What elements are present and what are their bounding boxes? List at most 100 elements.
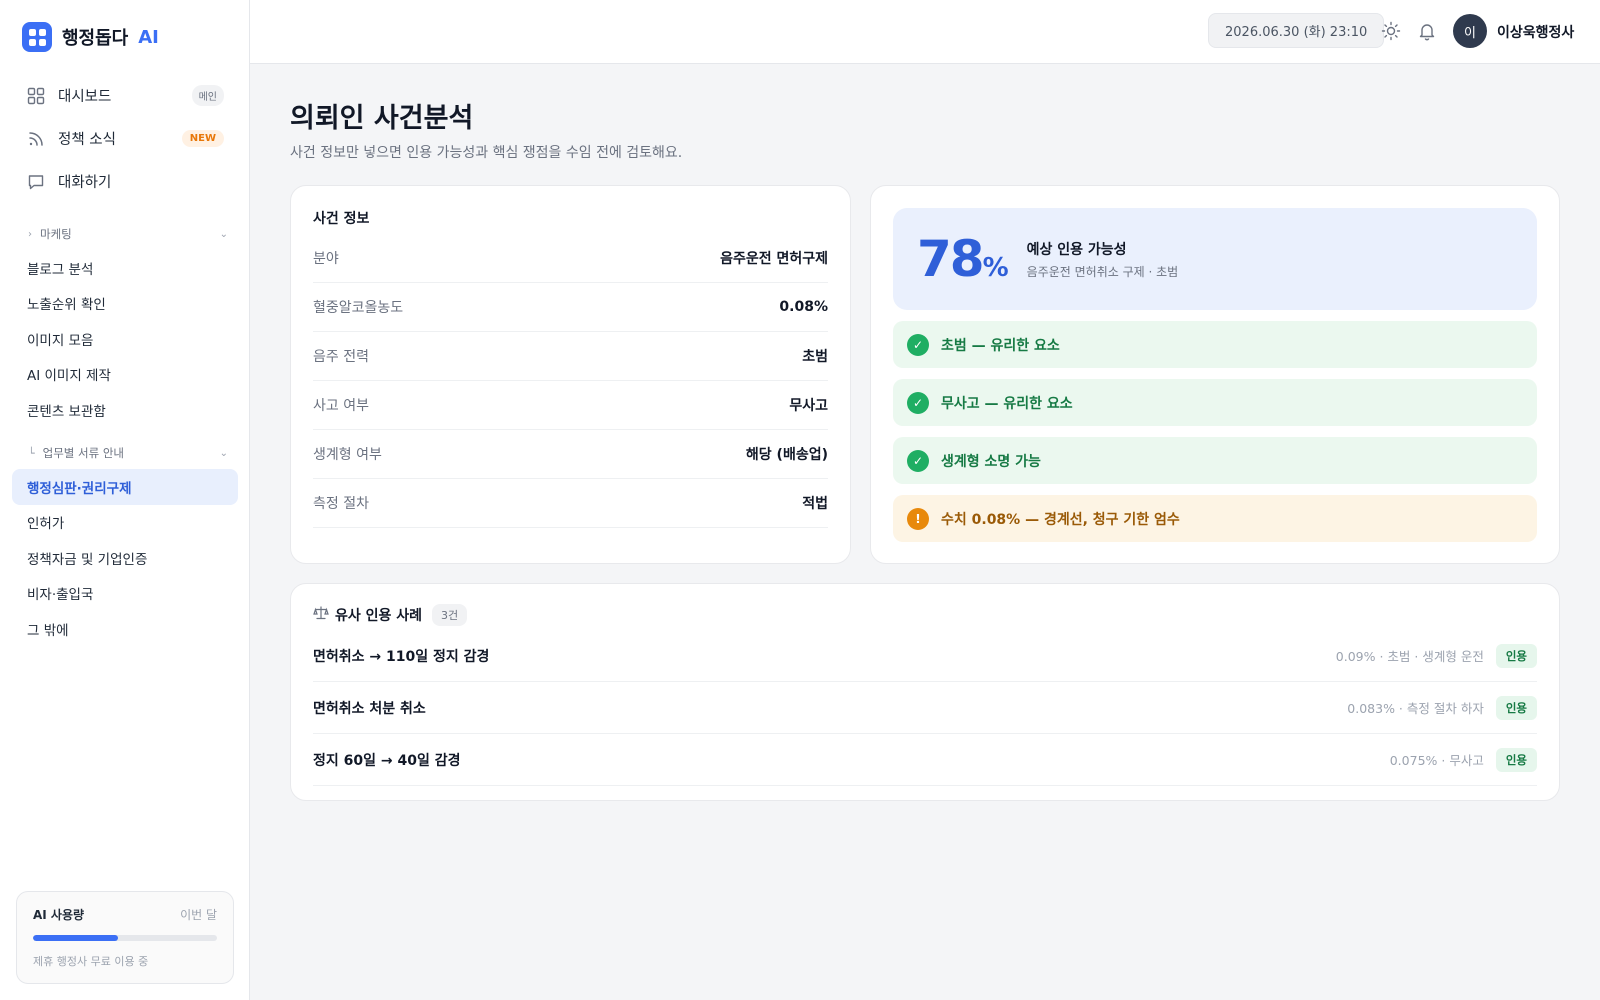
sidebar-item-visa[interactable]: 비자·출입국 bbox=[12, 576, 238, 612]
nav-label: 대화하기 bbox=[58, 175, 112, 191]
similar-cases-card: 유사 인용 사례 3건 면허취소 → 110일 정지 감경 0.09% · 초범… bbox=[290, 583, 1560, 801]
status-badge: 인용 bbox=[1495, 643, 1537, 668]
nav-label: 대시보드 bbox=[58, 89, 112, 105]
info-value: 음주운전 면허구제 bbox=[720, 251, 828, 267]
brand-logo-link[interactable]: 행정돕다 AI bbox=[22, 22, 159, 52]
factor-text: 수치 0.08% — 경계선, 청구 기한 엄수 bbox=[941, 511, 1180, 528]
sidebar-item-admin-appeal[interactable]: 행정심판·권리구제 bbox=[12, 469, 238, 505]
main-badge: 메인 bbox=[191, 85, 224, 106]
info-key: 생계형 여부 bbox=[313, 447, 382, 463]
factor-text: 무사고 — 유리한 요소 bbox=[941, 395, 1073, 412]
case-meta: 0.075% · 무사고 bbox=[1389, 753, 1484, 768]
similar-cases-header: 유사 인용 사례 3건 bbox=[313, 604, 1537, 626]
page-subtitle: 사건 정보만 넣으면 인용 가능성과 핵심 쟁점을 수임 전에 검토해요. bbox=[290, 145, 683, 161]
factor-text: 생계형 소명 가능 bbox=[941, 453, 1041, 470]
scale-icon bbox=[313, 605, 329, 625]
usage-progress-fill bbox=[33, 935, 118, 941]
ai-usage-card: AI 사용량 이번 달 제휴 행정사 무료 이용 중 bbox=[16, 891, 234, 984]
brand-ai-label: AI bbox=[138, 26, 159, 48]
similar-cases-title: 유사 인용 사례 bbox=[335, 608, 423, 624]
avatar[interactable]: 이 bbox=[1453, 14, 1487, 48]
info-value: 초범 bbox=[802, 349, 828, 365]
case-row[interactable]: 면허취소 → 110일 정지 감경 0.09% · 초범 · 생계형 운전 인용 bbox=[313, 630, 1537, 682]
sidebar-item-ai-image[interactable]: AI 이미지 제작 bbox=[12, 357, 238, 393]
sidebar-item-other[interactable]: 그 밖에 bbox=[12, 611, 238, 647]
probability-title: 예상 인용 가능성 bbox=[1026, 241, 1127, 258]
case-info-card: 사건 정보 분야 음주운전 면허구제 혈중알코올농도 0.08% 음주 전력 초범 사… bbox=[290, 185, 851, 564]
info-key: 측정 절차 bbox=[313, 496, 369, 512]
chevron-right-icon: › bbox=[28, 228, 32, 240]
user-name[interactable]: 이상욱행정사 bbox=[1497, 22, 1574, 42]
nav-label: 정책 소식 bbox=[58, 132, 116, 148]
usage-note: 제휴 행정사 무료 이용 중 bbox=[33, 955, 149, 968]
nav-item-policy-news[interactable]: 정책 소식 NEW bbox=[12, 117, 238, 160]
page-title: 의뢰인 사건분석 bbox=[290, 103, 474, 134]
corner-arrow-icon: └ bbox=[28, 446, 35, 460]
case-row[interactable]: 면허취소 처분 취소 0.083% · 측정 절차 하자 인용 bbox=[313, 682, 1537, 734]
section-toggle-marketing[interactable]: › 마케팅 ⌄ bbox=[28, 224, 228, 244]
case-title: 정지 60일 → 40일 감경 bbox=[313, 752, 461, 769]
info-row-livelihood: 생계형 여부 해당 (배송업) bbox=[313, 430, 828, 479]
case-row[interactable]: 정지 60일 → 40일 감경 0.075% · 무사고 인용 bbox=[313, 734, 1537, 786]
nav-item-chat[interactable]: 대화하기 bbox=[12, 160, 238, 203]
info-key: 분야 bbox=[313, 251, 339, 267]
status-badge: 인용 bbox=[1495, 695, 1537, 720]
new-badge: NEW bbox=[181, 130, 224, 147]
info-row-procedure: 측정 절차 적법 bbox=[313, 479, 828, 528]
chat-icon bbox=[26, 172, 46, 192]
bell-icon[interactable] bbox=[1416, 20, 1438, 42]
info-value: 적법 bbox=[802, 496, 828, 512]
sun-icon[interactable] bbox=[1380, 20, 1402, 42]
info-row-accident: 사고 여부 무사고 bbox=[313, 381, 828, 430]
info-row-history: 음주 전력 초범 bbox=[313, 332, 828, 381]
topbar: 2026.06.30 (화) 23:10 이 이상욱행정사 bbox=[250, 0, 1600, 64]
case-title: 면허취소 → 110일 정지 감경 bbox=[313, 648, 490, 665]
similar-cases-list: 면허취소 → 110일 정지 감경 0.09% · 초범 · 생계형 운전 인용 … bbox=[313, 630, 1537, 786]
info-row-field: 분야 음주운전 면허구제 bbox=[313, 234, 828, 283]
check-icon: ✓ bbox=[907, 449, 929, 472]
factor-item: ✓ 초범 — 유리한 요소 bbox=[893, 321, 1537, 368]
probability-number: 78 bbox=[917, 230, 985, 288]
usage-progress-bar bbox=[33, 935, 217, 941]
factor-item: ✓ 생계형 소명 가능 bbox=[893, 437, 1537, 484]
info-row-bac: 혈중알코올농도 0.08% bbox=[313, 283, 828, 332]
percent-sign: % bbox=[982, 253, 1009, 283]
section-toggle-docs[interactable]: └ 업무별 서류 안내 ⌄ bbox=[28, 443, 228, 463]
check-icon: ✓ bbox=[907, 391, 929, 414]
case-meta: 0.083% · 측정 절차 하자 bbox=[1347, 701, 1484, 716]
info-value: 0.08% bbox=[779, 299, 828, 315]
sidebar-item-ranking-check[interactable]: 노출순위 확인 bbox=[12, 286, 238, 322]
chevron-down-icon: ⌄ bbox=[219, 447, 228, 459]
info-key: 사고 여부 bbox=[313, 398, 369, 414]
info-value: 무사고 bbox=[789, 398, 828, 414]
usage-title: AI 사용량 bbox=[33, 908, 85, 922]
factor-item: ✓ 무사고 — 유리한 요소 bbox=[893, 379, 1537, 426]
main-nav: 대시보드 메인 정책 소식 NEW 대화하기 bbox=[12, 74, 238, 203]
check-icon: ✓ bbox=[907, 333, 929, 356]
marketing-list: 블로그 분석 노출순위 확인 이미지 모음 AI 이미지 제작 콘텐츠 보관함 bbox=[12, 250, 238, 428]
probability-desc: 음주운전 면허취소 구제 · 초범 bbox=[1026, 264, 1179, 279]
sidebar: 행정돕다 AI 대시보드 메인 정책 소식 NEW 대화하기 › 마케팅 ⌄ 블… bbox=[0, 0, 250, 1000]
case-title: 면허취소 처분 취소 bbox=[313, 700, 426, 717]
analysis-card: 78% 예상 인용 가능성 음주운전 면허취소 구제 · 초범 ✓ 초범 — 유리… bbox=[870, 185, 1560, 564]
docs-list: 행정심판·권리구제 인허가 정책자금 및 기업인증 비자·출입국 그 밖에 bbox=[12, 469, 238, 647]
nav-item-dashboard[interactable]: 대시보드 메인 bbox=[12, 74, 238, 117]
section-label: 마케팅 bbox=[40, 227, 72, 241]
factor-item-warning: ! 수치 0.08% — 경계선, 청구 기한 엄수 bbox=[893, 495, 1537, 542]
grid-icon bbox=[26, 86, 46, 106]
status-badge: 인용 bbox=[1495, 747, 1537, 772]
sidebar-item-image-collection[interactable]: 이미지 모음 bbox=[12, 321, 238, 357]
sidebar-item-permits[interactable]: 인허가 bbox=[12, 505, 238, 541]
info-key: 혈중알코올농도 bbox=[313, 300, 404, 316]
info-value: 해당 (배송업) bbox=[745, 447, 828, 463]
brand-name: 행정돕다 bbox=[62, 28, 129, 49]
sidebar-item-blog-analysis[interactable]: 블로그 분석 bbox=[12, 250, 238, 286]
sidebar-item-policy-funds[interactable]: 정책자금 및 기업인증 bbox=[12, 540, 238, 576]
count-badge: 3건 bbox=[432, 604, 468, 626]
section-label: 업무별 서류 안내 bbox=[42, 446, 124, 460]
app-logo-icon bbox=[22, 22, 52, 52]
usage-period: 이번 달 bbox=[180, 908, 217, 922]
case-meta: 0.09% · 초범 · 생계형 운전 bbox=[1335, 649, 1484, 664]
sidebar-item-content-storage[interactable]: 콘텐츠 보관함 bbox=[12, 392, 238, 428]
rss-icon bbox=[26, 129, 46, 149]
